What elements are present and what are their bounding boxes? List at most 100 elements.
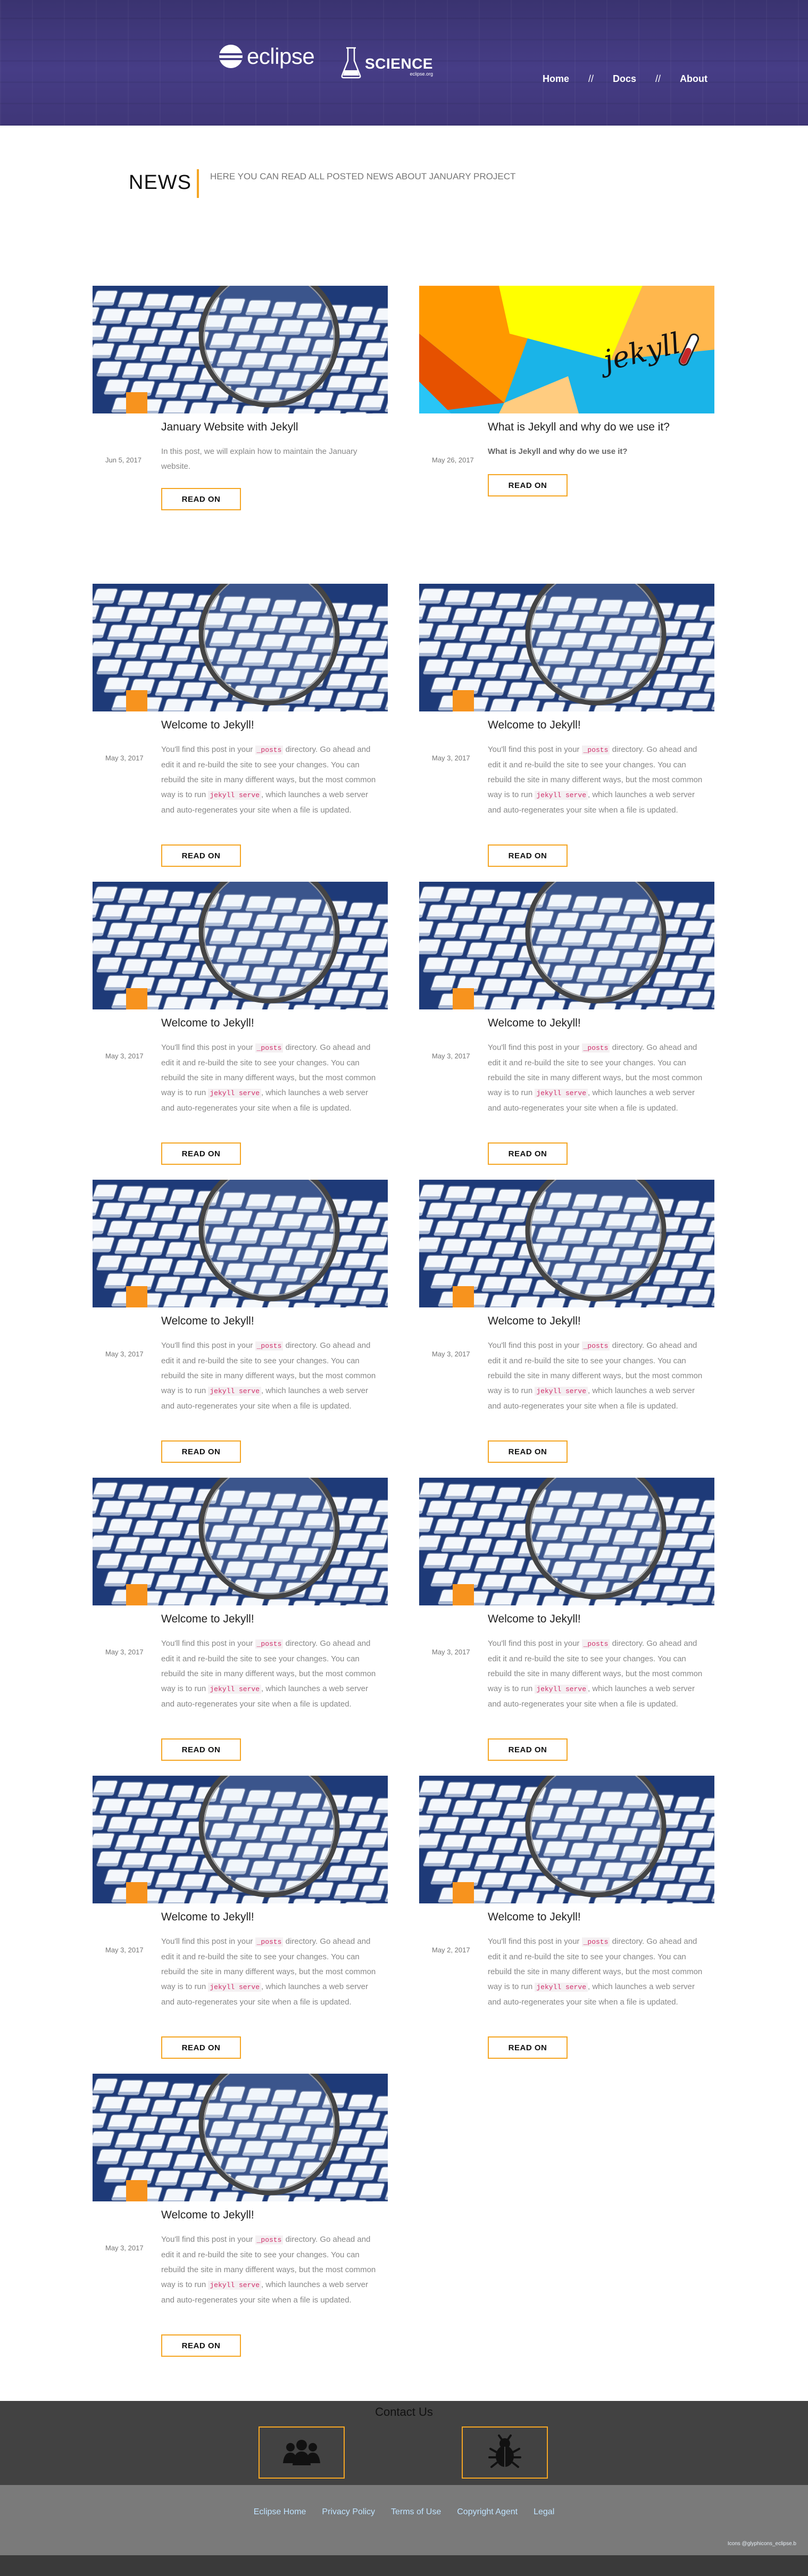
read-on-button[interactable]: READ ON (488, 844, 568, 867)
post-date: May 26, 2017 (432, 456, 474, 464)
news-card: Welcome to Jekyll! May 2, 2017 You'll fi… (419, 1776, 714, 2059)
post-title[interactable]: January Website with Jekyll (161, 421, 298, 434)
code-snippet: jekyll serve (208, 2281, 261, 2290)
post-date: May 3, 2017 (105, 754, 144, 762)
nav-docs-link[interactable]: Docs (613, 73, 636, 85)
post-excerpt: You'll find this post in your _posts dir… (161, 1937, 376, 2007)
accent-square (126, 2180, 147, 2201)
read-on-button[interactable]: READ ON (161, 1738, 241, 1761)
title-divider (197, 169, 199, 198)
post-title[interactable]: Welcome to Jekyll! (488, 1017, 581, 1030)
news-card: Welcome to Jekyll! May 3, 2017 You'll fi… (93, 2074, 388, 2357)
news-card: Welcome to Jekyll! May 3, 2017 You'll fi… (93, 1180, 388, 1463)
code-snippet: _posts (255, 1639, 284, 1649)
code-snippet: jekyll serve (535, 1387, 588, 1396)
code-snippet: _posts (581, 1043, 610, 1053)
post-date: May 2, 2017 (432, 1946, 470, 1954)
accent-square (453, 988, 474, 1009)
footer-link-terms-of-use[interactable]: Terms of Use (391, 2507, 441, 2517)
read-on-button[interactable]: READ ON (488, 1142, 568, 1165)
read-on-button[interactable]: READ ON (488, 2036, 568, 2059)
footer-link-eclipse-home[interactable]: Eclipse Home (254, 2507, 306, 2517)
code-snippet: jekyll serve (535, 1685, 588, 1694)
post-date: May 3, 2017 (105, 1350, 144, 1358)
post-title[interactable]: Welcome to Jekyll! (161, 1613, 254, 1626)
code-snippet: jekyll serve (208, 1089, 261, 1098)
news-card: jekyll What is Jekyll and why do we use … (419, 286, 714, 496)
read-on-button[interactable]: READ ON (488, 1738, 568, 1761)
code-snippet: jekyll serve (208, 1685, 261, 1694)
post-date: May 3, 2017 (105, 2244, 144, 2252)
post-title[interactable]: What is Jekyll and why do we use it? (488, 421, 670, 434)
read-on-button[interactable]: READ ON (161, 2036, 241, 2059)
footer-link-legal[interactable]: Legal (534, 2507, 554, 2517)
code-snippet: jekyll serve (535, 1089, 588, 1098)
community-button[interactable] (259, 2426, 345, 2479)
post-date: May 3, 2017 (432, 1052, 470, 1060)
post-image[interactable]: jekyll (419, 286, 714, 413)
code-snippet: _posts (255, 746, 284, 755)
post-title[interactable]: Welcome to Jekyll! (488, 1911, 581, 1924)
read-on-button[interactable]: READ ON (161, 488, 241, 510)
site-header: eclipse SCIENCE eclipse.org Home // Docs… (0, 0, 808, 126)
post-excerpt: You'll find this post in your _posts dir… (488, 745, 703, 815)
news-card: Welcome to Jekyll! May 3, 2017 You'll fi… (419, 1180, 714, 1463)
code-snippet: _posts (581, 1341, 610, 1351)
post-excerpt: In this post, we will explain how to mai… (161, 447, 357, 471)
post-title[interactable]: Welcome to Jekyll! (488, 1613, 581, 1626)
page-subtitle: HERE YOU CAN READ ALL POSTED NEWS ABOUT … (210, 171, 516, 181)
code-snippet: jekyll serve (208, 791, 261, 800)
post-title[interactable]: Welcome to Jekyll! (161, 719, 254, 732)
post-excerpt: You'll find this post in your _posts dir… (488, 1341, 703, 1411)
nav-about-link[interactable]: About (680, 73, 707, 85)
code-snippet: _posts (581, 746, 610, 755)
icon-credit: Icons @glyphicons_eclipse.b (727, 2541, 796, 2547)
post-title[interactable]: Welcome to Jekyll! (488, 719, 581, 732)
contact-heading: Contact Us (375, 2405, 433, 2418)
nav-home-link[interactable]: Home (543, 73, 569, 85)
news-card: Welcome to Jekyll! May 3, 2017 You'll fi… (93, 1478, 388, 1761)
bug-icon (488, 2434, 521, 2468)
post-title[interactable]: Welcome to Jekyll! (161, 1911, 254, 1924)
post-date: May 3, 2017 (105, 1052, 144, 1060)
read-on-button[interactable]: READ ON (488, 474, 568, 496)
page-title: NEWS (129, 171, 191, 194)
post-title[interactable]: Welcome to Jekyll! (488, 1315, 581, 1328)
footer-link-privacy-policy[interactable]: Privacy Policy (322, 2507, 375, 2517)
read-on-button[interactable]: READ ON (161, 1440, 241, 1463)
code-snippet: jekyll serve (535, 791, 588, 800)
post-date: Jun 5, 2017 (105, 456, 141, 464)
footer-link-copyright-agent[interactable]: Copyright Agent (457, 2507, 518, 2517)
main-nav: Home // Docs // About (543, 73, 707, 85)
code-snippet: jekyll serve (208, 1983, 261, 1992)
accent-square (126, 1882, 147, 1903)
read-on-button[interactable]: READ ON (161, 844, 241, 867)
eclipse-logo-text: eclipse (247, 44, 315, 69)
footer-links: Eclipse Home Privacy Policy Terms of Use… (0, 2507, 808, 2517)
post-excerpt: You'll find this post in your _posts dir… (488, 1937, 703, 2007)
news-card: Welcome to Jekyll! May 3, 2017 You'll fi… (93, 584, 388, 867)
code-snippet: _posts (255, 1937, 284, 1947)
news-card: Welcome to Jekyll! May 3, 2017 You'll fi… (93, 1776, 388, 2059)
accent-square (126, 1584, 147, 1605)
read-on-button[interactable]: READ ON (161, 1142, 241, 1165)
read-on-button[interactable]: READ ON (161, 2334, 241, 2357)
accent-square (453, 690, 474, 711)
eclipse-logo-icon (219, 45, 243, 68)
people-group-icon (283, 2440, 320, 2465)
post-title[interactable]: Welcome to Jekyll! (161, 2209, 254, 2222)
post-title[interactable]: Welcome to Jekyll! (161, 1017, 254, 1030)
flask-icon (341, 47, 361, 79)
code-snippet: _posts (255, 2235, 284, 2244)
report-bug-button[interactable] (462, 2426, 548, 2479)
accent-square (453, 1882, 474, 1903)
read-on-button[interactable]: READ ON (488, 1440, 568, 1463)
post-excerpt: You'll find this post in your _posts dir… (161, 1639, 376, 1709)
science-logo[interactable]: SCIENCE eclipse.org (340, 45, 433, 79)
post-excerpt: What is Jekyll and why do we use it? (488, 447, 628, 456)
post-excerpt: You'll find this post in your _posts dir… (161, 1341, 376, 1411)
post-date: May 3, 2017 (432, 754, 470, 762)
eclipse-logo[interactable]: eclipse (219, 44, 315, 69)
accent-square (126, 1286, 147, 1307)
post-title[interactable]: Welcome to Jekyll! (161, 1315, 254, 1328)
